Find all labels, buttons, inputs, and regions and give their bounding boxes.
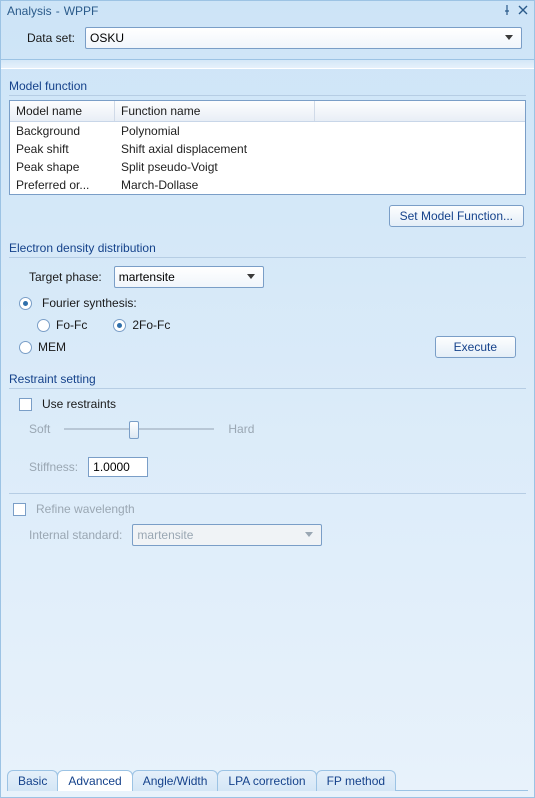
restraint-group-title: Restraint setting xyxy=(9,372,526,386)
title-wppf: WPPF xyxy=(64,4,99,18)
tab-lpa-correction[interactable]: LPA correction xyxy=(217,770,316,791)
tab-basic[interactable]: Basic xyxy=(7,770,58,791)
dataset-value: OSKU xyxy=(90,31,124,45)
divider xyxy=(9,388,526,389)
table-row[interactable]: BackgroundPolynomial xyxy=(10,122,525,140)
cell-function-name: March-Dollase xyxy=(115,176,525,194)
pin-icon[interactable] xyxy=(502,4,512,18)
table-row[interactable]: Peak shapeSplit pseudo-Voigt xyxy=(10,158,525,176)
cell-function-name: Polynomial xyxy=(115,122,525,140)
stiffness-input[interactable]: 1.0000 xyxy=(88,457,148,477)
slider-thumb[interactable] xyxy=(129,421,139,439)
hard-label: Hard xyxy=(228,422,254,436)
tab-fp-method[interactable]: FP method xyxy=(316,770,396,791)
cell-model-name: Peak shape xyxy=(10,158,115,176)
cell-model-name: Peak shift xyxy=(10,140,115,158)
edd-group-title: Electron density distribution xyxy=(9,241,526,255)
col-spacer xyxy=(315,101,525,121)
soft-label: Soft xyxy=(29,422,50,436)
cell-model-name: Background xyxy=(10,122,115,140)
stiffness-label: Stiffness: xyxy=(29,460,78,474)
cell-function-name: Split pseudo-Voigt xyxy=(115,158,525,176)
divider xyxy=(9,257,526,258)
divider xyxy=(9,493,526,494)
fourier-synthesis-radio[interactable] xyxy=(19,297,32,310)
panel-separator xyxy=(1,59,534,69)
cell-function-name: Shift axial displacement xyxy=(115,140,525,158)
chevron-down-icon xyxy=(243,274,259,280)
two-fo-fc-label: 2Fo-Fc xyxy=(132,318,170,332)
use-restraints-checkbox[interactable] xyxy=(19,398,32,411)
dataset-label: Data set: xyxy=(13,31,75,45)
title-sep: - xyxy=(56,4,60,18)
stiffness-value: 1.0000 xyxy=(93,460,130,474)
tab-angle-width[interactable]: Angle/Width xyxy=(132,770,219,791)
restraint-slider[interactable] xyxy=(64,419,214,439)
table-header: Model name Function name xyxy=(10,101,525,122)
model-group-title: Model function xyxy=(9,79,526,93)
refine-wavelength-checkbox[interactable] xyxy=(13,503,26,516)
mem-radio[interactable] xyxy=(19,341,32,354)
dataset-combo[interactable]: OSKU xyxy=(85,27,522,49)
chevron-down-icon xyxy=(501,35,517,41)
slider-track xyxy=(64,428,214,430)
divider xyxy=(9,95,526,96)
col-function-name[interactable]: Function name xyxy=(115,101,315,121)
internal-standard-label: Internal standard: xyxy=(29,528,122,542)
fourier-synthesis-label: Fourier synthesis: xyxy=(42,296,137,310)
tab-strip: BasicAdvancedAngle/WidthLPA correctionFP… xyxy=(7,769,528,791)
title-analysis: Analysis xyxy=(7,4,52,18)
target-phase-value: martensite xyxy=(119,270,175,284)
execute-button[interactable]: Execute xyxy=(435,336,516,358)
model-function-table: Model name Function name BackgroundPolyn… xyxy=(9,100,526,195)
table-row[interactable]: Preferred or...March-Dollase xyxy=(10,176,525,194)
set-model-function-button[interactable]: Set Model Function... xyxy=(389,205,524,227)
dataset-row: Data set: OSKU xyxy=(1,21,534,59)
tab-advanced[interactable]: Advanced xyxy=(57,770,132,791)
internal-standard-value: martensite xyxy=(137,528,193,542)
mem-label: MEM xyxy=(38,340,66,354)
col-model-name[interactable]: Model name xyxy=(10,101,115,121)
internal-standard-combo: martensite xyxy=(132,524,322,546)
use-restraints-label: Use restraints xyxy=(42,397,116,411)
target-phase-combo[interactable]: martensite xyxy=(114,266,264,288)
table-row[interactable]: Peak shiftShift axial displacement xyxy=(10,140,525,158)
refine-wavelength-label: Refine wavelength xyxy=(36,502,135,516)
fo-fc-label: Fo-Fc xyxy=(56,318,87,332)
panel-titlebar: Analysis - WPPF xyxy=(1,1,534,21)
two-fo-fc-radio[interactable] xyxy=(113,319,126,332)
cell-model-name: Preferred or... xyxy=(10,176,115,194)
target-phase-label: Target phase: xyxy=(29,270,102,284)
chevron-down-icon xyxy=(301,532,317,538)
fo-fc-radio[interactable] xyxy=(37,319,50,332)
close-icon[interactable] xyxy=(518,4,528,18)
